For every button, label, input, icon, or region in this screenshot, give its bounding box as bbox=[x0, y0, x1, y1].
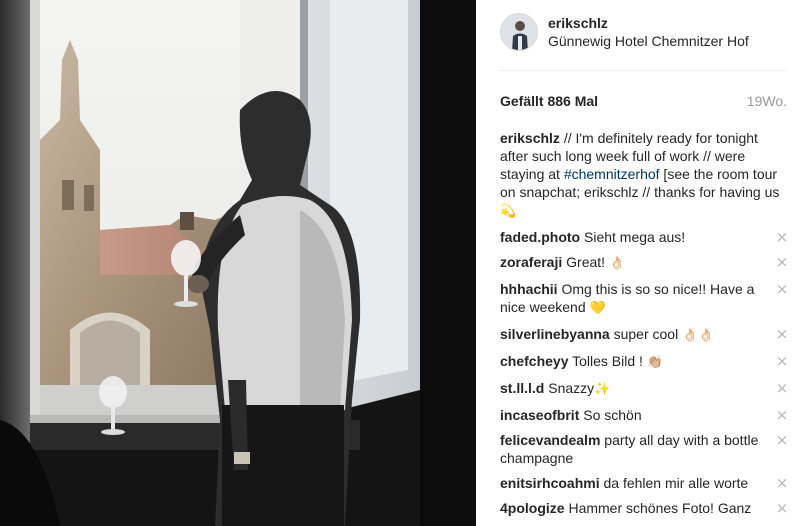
comment-text: Tolles Bild ! bbox=[568, 353, 647, 369]
comment: faded.photo Sieht mega aus! × bbox=[500, 228, 789, 246]
comment: hhhachii Omg this is so so nice!! Have a… bbox=[500, 280, 789, 318]
delete-comment-icon[interactable]: × bbox=[775, 352, 789, 370]
comment: chefcheyy Tolles Bild ! 👏🏼 × bbox=[500, 352, 789, 372]
comment: st.ll.l.d Snazzy✨ × bbox=[500, 379, 789, 399]
yellow-heart-emoji: 💛 bbox=[589, 301, 606, 316]
comment-author[interactable]: incaseofbrit bbox=[500, 407, 579, 423]
delete-comment-icon[interactable]: × bbox=[775, 379, 789, 397]
delete-comment-icon[interactable]: × bbox=[775, 280, 789, 298]
post-username[interactable]: erikschlz bbox=[548, 15, 608, 31]
sparkles-emoji: ✨ bbox=[594, 382, 611, 397]
post-age[interactable]: 19Wo. bbox=[747, 93, 787, 109]
comment: felicevandealm party all day with a bott… bbox=[500, 431, 789, 467]
post-header: erikschlz Günnewig Hotel Chemnitzer Hof bbox=[500, 13, 787, 71]
comment-text: super cool bbox=[609, 326, 683, 342]
caption-author[interactable]: erikschlz bbox=[500, 130, 560, 146]
comment-author[interactable]: enitsirhcoahmi bbox=[500, 475, 600, 491]
post-photo[interactable] bbox=[0, 0, 476, 526]
comment: zoraferaji Great! 👌🏻 × bbox=[500, 253, 789, 273]
post-caption: erikschlz // I'm definitely ready for to… bbox=[500, 129, 789, 221]
comment-text: Sieht mega aus! bbox=[580, 229, 686, 245]
comment: silverlinebyanna super cool 👌🏻👌🏻 × bbox=[500, 325, 789, 345]
delete-comment-icon[interactable]: × bbox=[775, 499, 789, 517]
ok-hand-emoji: 👌🏻👌🏻 bbox=[682, 328, 715, 343]
post-location[interactable]: Günnewig Hotel Chemnitzer Hof bbox=[548, 33, 749, 49]
clapping-hands-emoji: 👏🏼 bbox=[646, 355, 664, 370]
comment-text: Snazzy bbox=[544, 380, 595, 396]
comment-author[interactable]: silverlinebyanna bbox=[500, 326, 610, 342]
comment-author[interactable]: chefcheyy bbox=[500, 353, 568, 369]
delete-comment-icon[interactable]: × bbox=[775, 406, 789, 424]
comment-text: da fehlen mir alle worte bbox=[599, 475, 749, 491]
comment: enitsirhcoahmi da fehlen mir alle worte … bbox=[500, 474, 789, 492]
avatar-image bbox=[501, 14, 537, 50]
avatar[interactable] bbox=[500, 13, 538, 51]
delete-comment-icon[interactable]: × bbox=[775, 474, 789, 492]
comment-author[interactable]: hhhachii bbox=[500, 281, 558, 297]
delete-comment-icon[interactable]: × bbox=[775, 431, 789, 449]
delete-comment-icon[interactable]: × bbox=[775, 228, 789, 246]
dizzy-emoji: 💫 bbox=[500, 204, 517, 219]
comment-author[interactable]: zoraferaji bbox=[500, 254, 562, 270]
comment-author[interactable]: faded.photo bbox=[500, 229, 580, 245]
comment: 4pologize Hammer schönes Foto! Ganz × bbox=[500, 499, 789, 517]
delete-comment-icon[interactable]: × bbox=[775, 325, 789, 343]
post-side-panel: erikschlz Günnewig Hotel Chemnitzer Hof … bbox=[476, 0, 805, 526]
likes-count[interactable]: Gefällt 886 Mal bbox=[500, 93, 598, 109]
comments-list: erikschlz // I'm definitely ready for to… bbox=[500, 129, 789, 524]
comment: incaseofbrit So schön × bbox=[500, 406, 789, 424]
comment-author[interactable]: felicevandealm bbox=[500, 432, 600, 448]
comment-text: Great! bbox=[562, 254, 609, 270]
comment-text: So schön bbox=[579, 407, 642, 423]
hashtag-link[interactable]: #chemnitzerhof bbox=[564, 166, 660, 182]
comment-text: Hammer schönes Foto! Ganz bbox=[564, 500, 752, 516]
comment-author[interactable]: st.ll.l.d bbox=[500, 380, 544, 396]
likes-row: Gefällt 886 Mal 19Wo. bbox=[500, 93, 787, 111]
comment-author[interactable]: 4pologize bbox=[500, 500, 565, 516]
ok-hand-emoji: 👌🏻 bbox=[608, 256, 626, 271]
photo-image bbox=[0, 0, 476, 526]
delete-comment-icon[interactable]: × bbox=[775, 253, 789, 271]
